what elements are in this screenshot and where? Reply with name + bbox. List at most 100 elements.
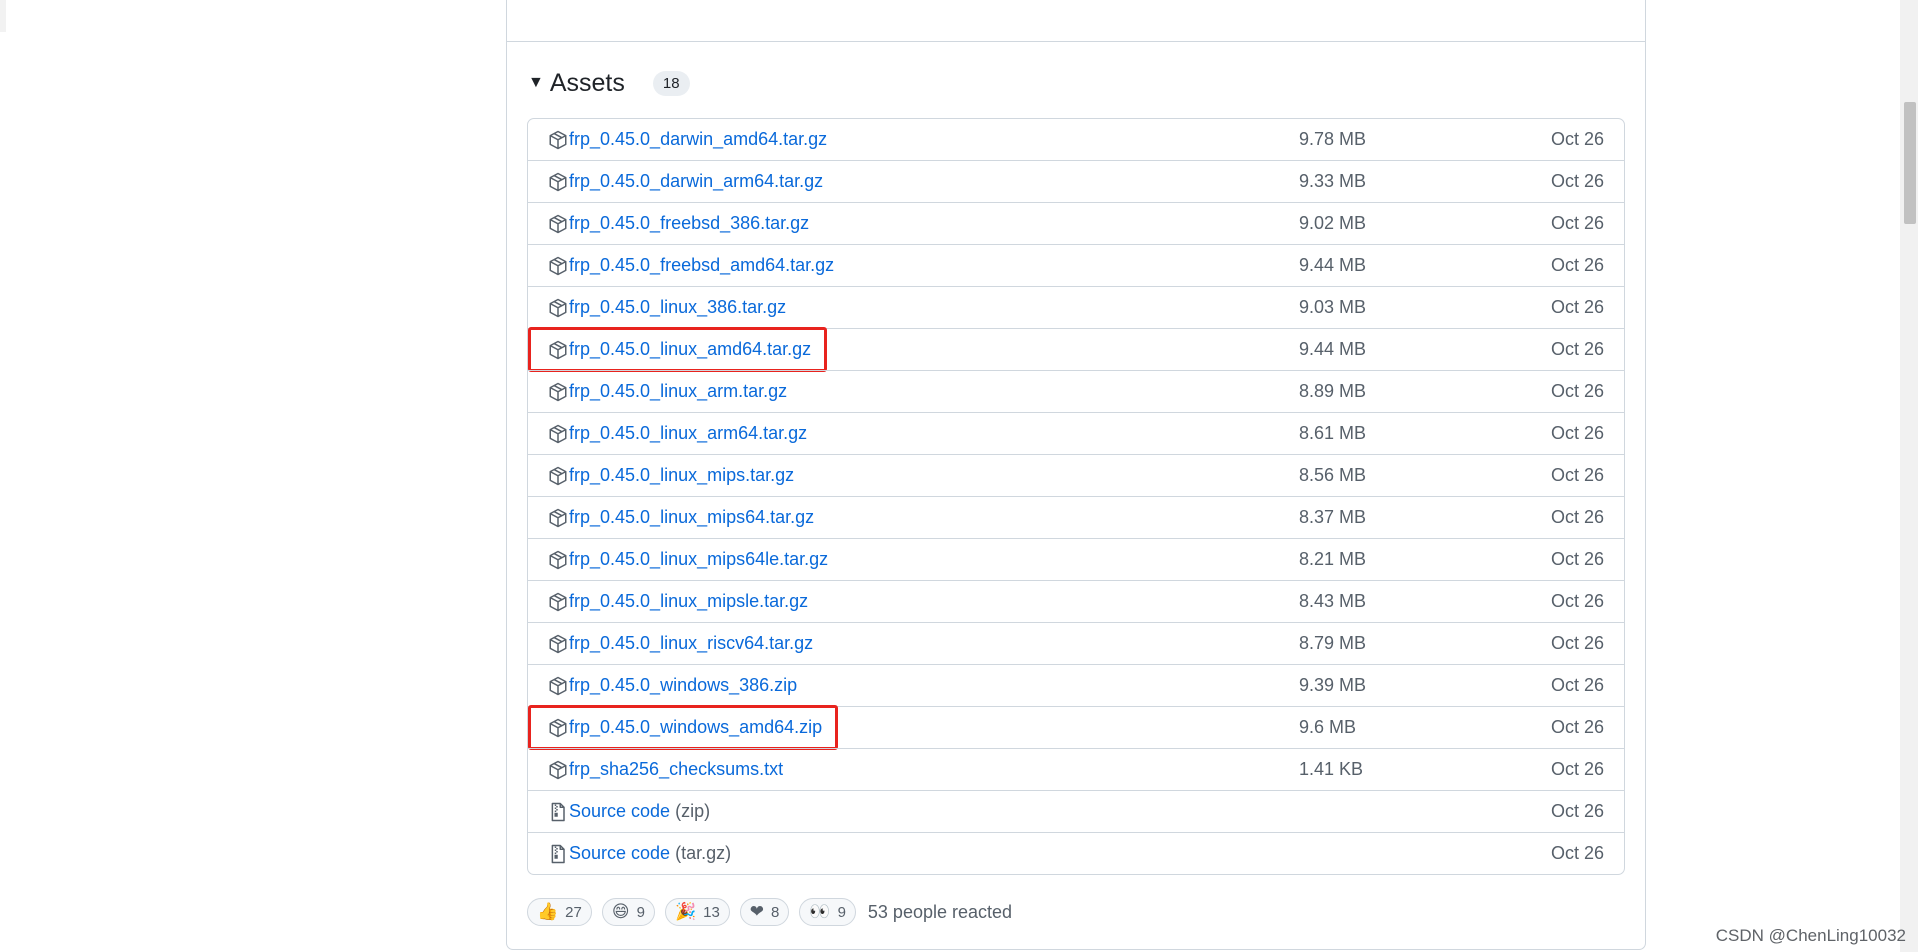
- asset-size: 8.21 MB: [1299, 549, 1367, 569]
- asset-date: Oct 26: [1550, 339, 1604, 359]
- asset-download-link[interactable]: frp_0.45.0_darwin_arm64.tar.gz: [548, 161, 823, 202]
- asset-download-link[interactable]: frp_0.45.0_linux_mips.tar.gz: [548, 455, 794, 496]
- section-divider: [507, 41, 1645, 42]
- reaction-count: 9: [837, 903, 846, 921]
- asset-format: (zip): [675, 801, 711, 821]
- asset-download-link[interactable]: Source code (zip): [548, 791, 710, 832]
- asset-name: frp_0.45.0_linux_mips64le.tar.gz: [569, 549, 829, 569]
- asset-download-link[interactable]: frp_0.45.0_linux_arm64.tar.gz: [548, 413, 807, 454]
- asset-size: 8.43 MB: [1299, 591, 1367, 611]
- asset-size: 8.56 MB: [1299, 465, 1367, 485]
- asset-download-link[interactable]: frp_0.45.0_darwin_amd64.tar.gz: [548, 119, 827, 160]
- asset-download-link[interactable]: frp_0.45.0_freebsd_amd64.tar.gz: [548, 245, 834, 286]
- reaction-button[interactable]: 👀 9: [799, 898, 856, 926]
- asset-row: Source code (zip) Oct 26: [528, 790, 1624, 832]
- asset-download-link[interactable]: frp_0.45.0_linux_386.tar.gz: [548, 287, 786, 328]
- asset-row: frp_0.45.0_linux_arm.tar.gz 8.89 MB Oct 26: [528, 370, 1624, 412]
- asset-date: Oct 26: [1550, 591, 1604, 611]
- reaction-count: 27: [565, 903, 582, 921]
- asset-download-link[interactable]: frp_0.45.0_linux_riscv64.tar.gz: [548, 623, 813, 664]
- asset-download-link[interactable]: frp_0.45.0_linux_arm.tar.gz: [548, 371, 787, 412]
- asset-date: Oct 26: [1550, 297, 1604, 317]
- package-icon: [548, 340, 568, 360]
- asset-row: frp_0.45.0_freebsd_386.tar.gz 9.02 MB Oct …: [528, 202, 1624, 244]
- asset-row: frp_0.45.0_freebsd_amd64.tar.gz 9.44 MB Oc…: [528, 244, 1624, 286]
- asset-download-link[interactable]: Source code (tar.gz): [548, 833, 731, 874]
- reaction-button[interactable]: 🎉 13: [664, 898, 730, 926]
- asset-name: frp_0.45.0_windows_amd64.zip: [569, 717, 823, 737]
- asset-date: Oct 26: [1550, 843, 1604, 863]
- file-zip-icon: [548, 844, 568, 864]
- file-zip-icon: [548, 802, 568, 822]
- asset-size: 9.33 MB: [1299, 171, 1367, 191]
- asset-name: frp_0.45.0_linux_mips.tar.gz: [569, 465, 795, 485]
- laugh-icon: 😄: [611, 902, 630, 922]
- reaction-button[interactable]: 👍 27: [527, 898, 592, 926]
- package-icon: [548, 676, 568, 696]
- package-icon: [548, 466, 568, 486]
- asset-size: 8.61 MB: [1299, 423, 1367, 443]
- asset-download-link[interactable]: frp_0.45.0_linux_mipsle.tar.gz: [548, 581, 808, 622]
- reaction-button[interactable]: ❤ 8: [739, 898, 790, 926]
- asset-format: (tar.gz): [675, 843, 732, 863]
- caret-down-icon: ▼: [528, 74, 544, 91]
- reactions-bar: 👍 27 😄 9 🎉 13 ❤ 8 👀 9 53 people reacted: [527, 896, 1012, 928]
- asset-row: frp_0.45.0_linux_riscv64.tar.gz 8.79 MB Oc…: [528, 622, 1624, 664]
- watermark: CSDN @ChenLing10032: [1715, 926, 1906, 945]
- package-icon: [548, 382, 568, 402]
- asset-row: frp_0.45.0_linux_arm64.tar.gz 8.61 MB Oct …: [528, 412, 1624, 454]
- asset-download-link[interactable]: frp_0.45.0_freebsd_386.tar.gz: [548, 203, 809, 244]
- asset-date: Oct 26: [1550, 465, 1604, 485]
- asset-date: Oct 26: [1550, 801, 1604, 821]
- asset-download-link[interactable]: frp_0.45.0_windows_amd64.zip: [548, 707, 822, 748]
- asset-size: 8.37 MB: [1299, 507, 1367, 527]
- asset-name: frp_sha256_checksums.txt: [569, 759, 784, 779]
- asset-row: frp_0.45.0_linux_mips.tar.gz 8.56 MB Oct 2…: [528, 454, 1624, 496]
- reactions-summary: 53 people reacted: [867, 901, 1013, 922]
- asset-size: 9.39 MB: [1299, 675, 1367, 695]
- asset-date: Oct 26: [1550, 213, 1604, 233]
- asset-date: Oct 26: [1550, 423, 1604, 443]
- asset-download-link[interactable]: frp_0.45.0_linux_mips64.tar.gz: [548, 497, 814, 538]
- thumbs-up-icon: 👍: [537, 902, 559, 922]
- asset-size: 9.03 MB: [1299, 297, 1367, 317]
- asset-size: 8.89 MB: [1299, 381, 1367, 401]
- asset-download-link[interactable]: frp_0.45.0_linux_amd64.tar.gz: [548, 329, 811, 370]
- asset-size: 9.44 MB: [1299, 255, 1367, 275]
- asset-size: 8.79 MB: [1299, 633, 1367, 653]
- scrollbar-thumb[interactable]: [1904, 102, 1916, 224]
- reaction-count: 8: [771, 903, 780, 921]
- package-icon: [548, 634, 568, 654]
- asset-name: frp_0.45.0_darwin_amd64.tar.gz: [569, 129, 828, 149]
- assets-toggle[interactable]: ▼ Assets 18: [528, 68, 690, 98]
- asset-row: frp_0.45.0_linux_mips64.tar.gz 8.37 MB Oct…: [528, 496, 1624, 538]
- asset-download-link[interactable]: frp_0.45.0_linux_mips64le.tar.gz: [548, 539, 828, 580]
- asset-row: frp_0.45.0_darwin_amd64.tar.gz 9.78 MB Oct…: [528, 119, 1624, 160]
- asset-date: Oct 26: [1550, 633, 1604, 653]
- package-icon: [548, 424, 568, 444]
- assets-list: frp_0.45.0_darwin_amd64.tar.gz 9.78 MB Oct…: [527, 118, 1625, 875]
- asset-name: frp_0.45.0_linux_riscv64.tar.gz: [569, 633, 814, 653]
- asset-row: frp_0.45.0_windows_386.zip 9.39 MB Oct 26: [528, 664, 1624, 706]
- asset-name: Source code: [569, 843, 671, 863]
- reaction-button[interactable]: 😄 9: [601, 898, 655, 926]
- package-icon: [548, 760, 568, 780]
- asset-date: Oct 26: [1550, 675, 1604, 695]
- asset-row: Source code (tar.gz) Oct 26: [528, 832, 1624, 874]
- asset-date: Oct 26: [1550, 129, 1604, 149]
- package-icon: [548, 550, 568, 570]
- package-icon: [548, 256, 568, 276]
- asset-date: Oct 26: [1550, 507, 1604, 527]
- asset-name: frp_0.45.0_freebsd_386.tar.gz: [569, 213, 810, 233]
- package-icon: [548, 130, 568, 150]
- asset-name: frp_0.45.0_linux_arm64.tar.gz: [569, 423, 808, 443]
- asset-row: frp_0.45.0_linux_386.tar.gz 9.03 MB Oct 26: [528, 286, 1624, 328]
- asset-download-link[interactable]: frp_0.45.0_windows_386.zip: [548, 665, 797, 706]
- asset-download-link[interactable]: frp_sha256_checksums.txt: [548, 749, 783, 790]
- asset-name: frp_0.45.0_windows_386.zip: [569, 675, 798, 695]
- vertical-scrollbar[interactable]: [1900, 0, 1918, 952]
- asset-date: Oct 26: [1550, 717, 1604, 737]
- asset-size: 9.78 MB: [1299, 129, 1367, 149]
- asset-name: frp_0.45.0_linux_amd64.tar.gz: [569, 339, 812, 359]
- package-icon: [548, 508, 568, 528]
